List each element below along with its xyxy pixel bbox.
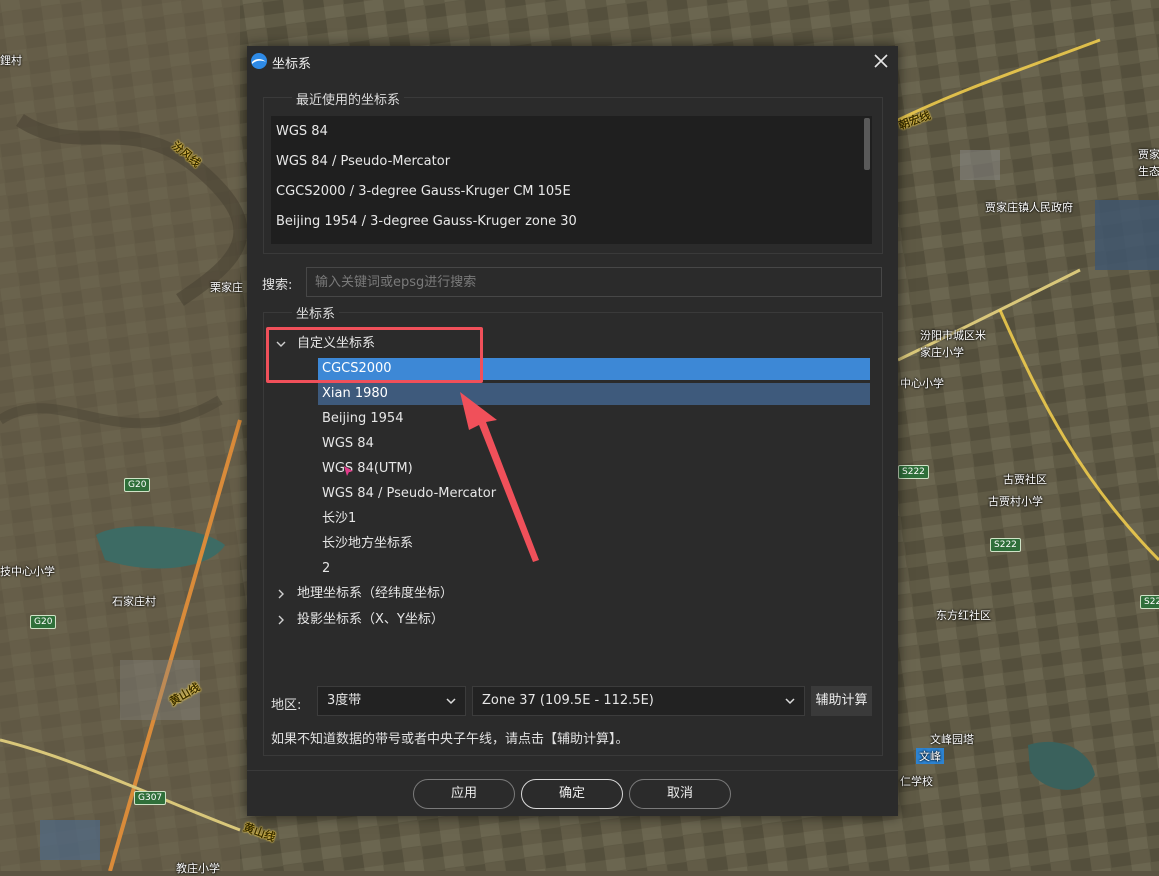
map-label: 技中心小学 xyxy=(0,565,55,578)
road-shield: G20 xyxy=(30,615,57,629)
tree-group-projected[interactable]: 投影坐标系（X、Y坐标） xyxy=(263,609,563,631)
tree-group-geographic[interactable]: 地理坐标系（经纬度坐标） xyxy=(263,583,563,605)
zone-label: 地区: xyxy=(271,698,302,713)
road-shield: S22 xyxy=(1140,595,1159,609)
map-label: 生态 xyxy=(1138,165,1159,178)
zone-select-value: Zone 37 (109.5E - 112.5E) xyxy=(482,693,654,708)
map-label: 文峰园塔 xyxy=(930,733,974,746)
recent-item[interactable]: Beijing 1954 / 3-degree Gauss-Kruger zon… xyxy=(276,214,577,229)
recent-item[interactable]: CGCS2000 / 3-degree Gauss-Kruger CM 105E xyxy=(276,184,571,199)
dialog-titlebar[interactable]: 坐标系 xyxy=(247,46,898,76)
assist-calc-button[interactable]: 辅助计算 xyxy=(811,686,872,716)
band-select[interactable]: 3度带 xyxy=(317,686,466,716)
footer-divider xyxy=(247,770,898,771)
map-label: 文峰 xyxy=(916,748,944,764)
map-label: 贾家 xyxy=(1138,148,1159,161)
cancel-button[interactable]: 取消 xyxy=(629,779,731,809)
map-label: 石家庄村 xyxy=(112,595,156,608)
tree-item[interactable]: WGS 84 xyxy=(318,433,870,455)
road-shield: S222 xyxy=(898,465,929,479)
map-label: 家庄小学 xyxy=(920,346,964,359)
tree-item[interactable]: WGS 84(UTM) xyxy=(318,458,870,480)
recent-item[interactable]: WGS 84 / Pseudo-Mercator xyxy=(276,154,450,169)
tree-group-label: 投影坐标系（X、Y坐标） xyxy=(297,612,444,627)
search-input[interactable] xyxy=(306,267,882,297)
apply-button[interactable]: 应用 xyxy=(413,779,515,809)
tree-group-label: 地理坐标系（经纬度坐标） xyxy=(297,586,454,601)
map-label: 仁学校 xyxy=(900,775,933,788)
mouse-cursor-icon xyxy=(344,466,353,476)
recent-group-title: 最近使用的坐标系 xyxy=(292,89,405,108)
road-shield: G20 xyxy=(124,478,151,492)
tree-item[interactable]: 长沙1 xyxy=(318,508,870,530)
zone-hint-text: 如果不知道数据的带号或者中央子午线，请点击【辅助计算】。 xyxy=(271,732,629,747)
crs-group-title: 坐标系 xyxy=(292,303,340,322)
map-label: 东方红社区 xyxy=(936,609,991,622)
road-shield: S222 xyxy=(990,538,1021,552)
ok-button[interactable]: 确定 xyxy=(521,779,623,809)
zone-select[interactable]: Zone 37 (109.5E - 112.5E) xyxy=(472,686,805,716)
chevron-right-icon[interactable] xyxy=(276,589,286,599)
recent-scrollbar[interactable] xyxy=(864,118,870,170)
tree-item[interactable]: Beijing 1954 xyxy=(318,408,870,430)
annotation-highlight-box xyxy=(266,327,483,383)
dialog-title: 坐标系 xyxy=(272,57,312,72)
road-shield: G307 xyxy=(134,791,167,805)
tree-item-xian1980[interactable]: Xian 1980 xyxy=(318,383,870,405)
map-label: 古贾村小学 xyxy=(988,495,1043,508)
band-select-value: 3度带 xyxy=(327,693,362,708)
map-label: 贾家庄镇人民政府 xyxy=(985,201,1073,214)
tree-item[interactable]: 长沙地方坐标系 xyxy=(318,533,870,555)
search-label: 搜索: xyxy=(262,278,293,293)
app-logo-icon xyxy=(251,53,267,69)
chevron-right-icon[interactable] xyxy=(276,615,286,625)
annotation-arrow xyxy=(460,392,539,562)
close-icon[interactable] xyxy=(870,50,892,72)
map-label: 古贾社区 xyxy=(1003,473,1047,486)
map-label: 汾阳市城区米 xyxy=(920,329,986,342)
chevron-down-icon xyxy=(785,698,795,705)
tree-item[interactable]: WGS 84 / Pseudo-Mercator xyxy=(318,483,870,505)
map-label: 栗家庄 xyxy=(210,281,243,294)
map-label: 中心小学 xyxy=(900,377,944,390)
map-label: 教庄小学 xyxy=(176,862,220,875)
chevron-down-icon xyxy=(446,698,456,705)
map-label: 鋰村 xyxy=(0,54,22,67)
tree-item[interactable]: 2 xyxy=(318,558,870,580)
recent-item[interactable]: WGS 84 xyxy=(276,124,328,139)
recent-list[interactable]: WGS 84 WGS 84 / Pseudo-Mercator CGCS2000… xyxy=(271,116,872,244)
